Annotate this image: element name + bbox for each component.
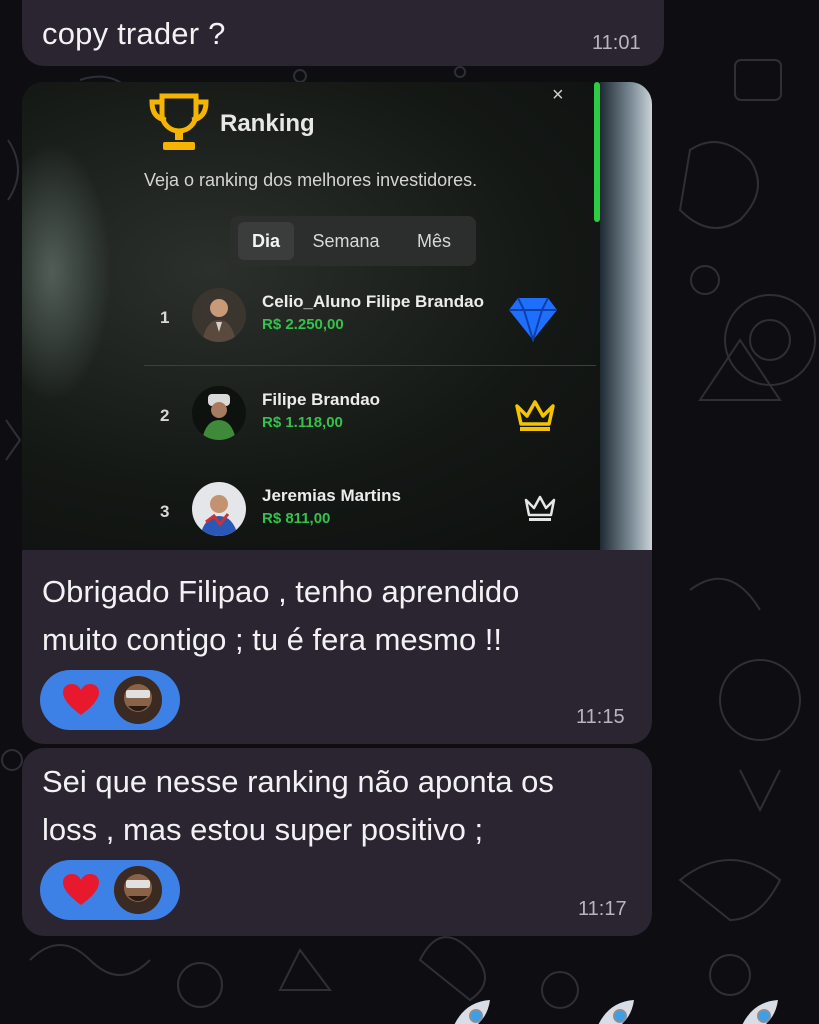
ranking-row: 3 Jeremias Martins R$ 811,00: [22, 474, 582, 550]
ranking-subtitle: Veja o ranking dos melhores investidores…: [144, 170, 478, 190]
crown-gold-icon: [515, 400, 555, 431]
avatar: [192, 288, 246, 342]
investor-name: Filipe Brandao: [262, 390, 381, 409]
message-text: Obrigado Filipao , tenho aprendido muito…: [42, 568, 519, 664]
avatar: [192, 482, 246, 536]
message-text: Sei que nesse ranking não aponta os loss…: [42, 758, 554, 854]
message-time: 11:15: [576, 706, 625, 728]
diamond-icon: [509, 297, 557, 342]
reaction-pill[interactable]: [40, 860, 180, 920]
tab-mes[interactable]: Mês: [402, 222, 466, 260]
crown-outline-icon: [524, 495, 556, 521]
investor-name: Celio_Aluno Filipe Brandao: [262, 292, 484, 311]
message-text: copy trader ?: [42, 16, 226, 51]
message-time: 11:01: [592, 32, 641, 54]
rocket-icon: [454, 1000, 490, 1024]
photo-message-bubble[interactable]: × Ranking Veja o ranking dos melhores in…: [22, 82, 652, 744]
photo-glare: [22, 142, 112, 402]
message-time: 11:17: [578, 898, 627, 920]
rocket-icon: [598, 1000, 634, 1024]
scrollbar-indicator: [594, 82, 600, 222]
message-line: loss , mas estou super positivo ;: [42, 812, 484, 847]
avatar: [114, 866, 162, 914]
message-line: muito contigo ; tu é fera mesmo !!: [42, 622, 503, 657]
rank-number: 2: [160, 406, 170, 425]
investor-name: Jeremias Martins: [262, 486, 401, 505]
screen-edge: [600, 82, 652, 550]
trophy-icon: [149, 93, 209, 150]
rocket-icon: [742, 1000, 778, 1024]
heart-icon: [63, 684, 99, 715]
message-line: Sei que nesse ranking não aponta os: [42, 764, 554, 799]
ranking-title: Ranking: [220, 110, 315, 137]
message-bubble[interactable]: Sei que nesse ranking não aponta os loss…: [22, 748, 652, 936]
ranking-photo[interactable]: × Ranking Veja o ranking dos melhores in…: [22, 82, 652, 550]
tab-dia[interactable]: Dia: [238, 222, 294, 260]
investor-amount: R$ 2.250,00: [262, 316, 344, 333]
chat-view: copy trader ? 11:01 × Ranking Veja o ran…: [0, 0, 819, 1024]
avatar: [114, 676, 162, 724]
row-divider: [144, 365, 596, 366]
avatar: [192, 386, 246, 440]
period-tabs: Dia Semana Mês: [230, 216, 476, 266]
reaction-pill[interactable]: [40, 670, 180, 730]
ranking-row: 1 Celio_Aluno Filipe Brandao R$ 2.250,00: [22, 280, 582, 360]
ranking-row: 2 Filipe Brandao R$ 1.118,00: [22, 378, 582, 458]
close-icon: ×: [552, 84, 564, 106]
investor-amount: R$ 811,00: [262, 510, 331, 527]
tab-semana[interactable]: Semana: [302, 222, 390, 260]
heart-icon: [63, 874, 99, 905]
investor-amount: R$ 1.118,00: [262, 414, 343, 431]
message-line: Obrigado Filipao , tenho aprendido: [42, 574, 520, 609]
rank-number: 3: [160, 502, 170, 521]
message-bubble[interactable]: copy trader ? 11:01: [22, 0, 664, 66]
rank-number: 1: [160, 308, 170, 327]
